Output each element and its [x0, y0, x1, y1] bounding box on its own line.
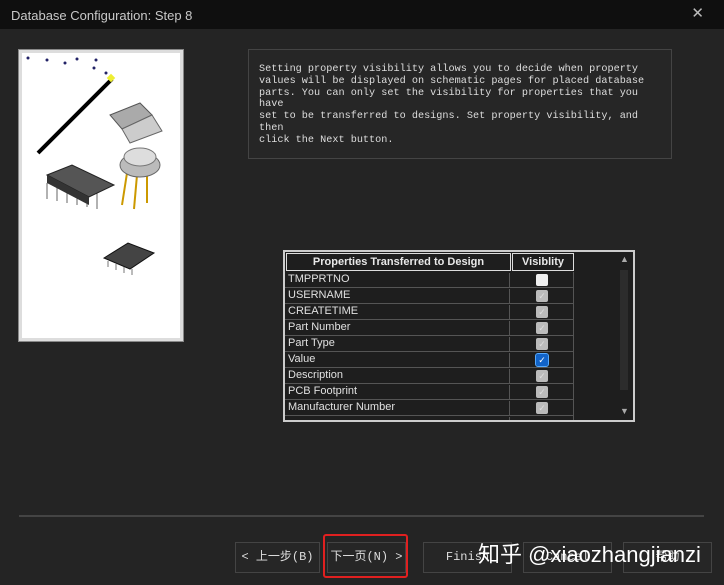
table-row: Manufacturer Number ✓ — [285, 400, 574, 416]
column-header-properties[interactable]: Properties Transferred to Design — [286, 253, 511, 271]
properties-grid[interactable]: Properties Transferred to Design Visibli… — [283, 250, 635, 422]
visibility-cell: ✓ — [511, 320, 574, 336]
close-icon[interactable]: ✕ — [691, 4, 704, 22]
property-name: Part Number — [288, 321, 510, 336]
visibility-checkbox: ✓ — [536, 402, 548, 414]
table-row: Part Number ✓ — [285, 320, 574, 336]
visibility-checkbox: ✓ — [536, 290, 548, 302]
table-row: Description ✓ — [285, 368, 574, 384]
visibility-cell: ✓ — [511, 384, 574, 400]
scrollbar-thumb[interactable] — [620, 270, 628, 390]
visibility-checkbox: ✓ — [536, 322, 548, 334]
visibility-cell: ✓ — [511, 336, 574, 352]
property-name: Value — [288, 353, 510, 368]
divider — [19, 515, 704, 517]
table-row: CREATETIME ✓ — [285, 304, 574, 320]
table-row: USERNAME ✓ — [285, 288, 574, 304]
property-name: Description — [288, 369, 510, 384]
visibility-checkbox: ✓ — [536, 306, 548, 318]
table-row: Part Type ✓ — [285, 336, 574, 352]
visibility-cell: ✓ — [511, 288, 574, 304]
table-row-partial — [285, 416, 574, 420]
column-header-visibility[interactable]: Visiblity — [512, 253, 574, 271]
visibility-cell: ✓ — [511, 400, 574, 416]
property-name: Part Type — [288, 337, 510, 352]
table-row: PCB Footprint ✓ — [285, 384, 574, 400]
visibility-checkbox: ✓ — [536, 370, 548, 382]
visibility-cell: ✓ — [511, 368, 574, 384]
highlight-box — [323, 534, 408, 578]
vertical-scrollbar[interactable]: ▲ ▼ — [617, 252, 633, 420]
property-name: CREATETIME — [288, 305, 510, 320]
visibility-checkbox[interactable]: ✓ — [535, 353, 549, 367]
visibility-checkbox: ✓ — [536, 386, 548, 398]
back-button[interactable]: < 上一步(B) — [235, 542, 320, 573]
table-row: Value ✓ — [285, 352, 574, 368]
visibility-cell: ✓ — [511, 352, 574, 368]
window-title: Database Configuration: Step 8 — [11, 8, 193, 23]
table-row: TMPPRTNO — [285, 272, 574, 288]
property-name: PCB Footprint — [288, 385, 510, 400]
components-illustration — [26, 56, 163, 275]
visibility-checkbox[interactable] — [536, 274, 548, 286]
watermark: 知乎 @xiaozhangjianzi — [478, 542, 701, 567]
property-name: Manufacturer Number — [288, 401, 510, 416]
title-bar: Database Configuration: Step 8 ✕ — [0, 0, 724, 29]
visibility-cell: ✓ — [511, 304, 574, 320]
instructions-text: Setting property visibility allows you t… — [248, 49, 672, 159]
scroll-up-icon[interactable]: ▲ — [620, 254, 629, 264]
property-name: TMPPRTNO — [288, 273, 510, 288]
scroll-down-icon[interactable]: ▼ — [620, 406, 629, 416]
visibility-checkbox: ✓ — [536, 338, 548, 350]
property-name: USERNAME — [288, 289, 510, 304]
wizard-illustration — [18, 49, 184, 342]
visibility-cell — [511, 272, 574, 288]
